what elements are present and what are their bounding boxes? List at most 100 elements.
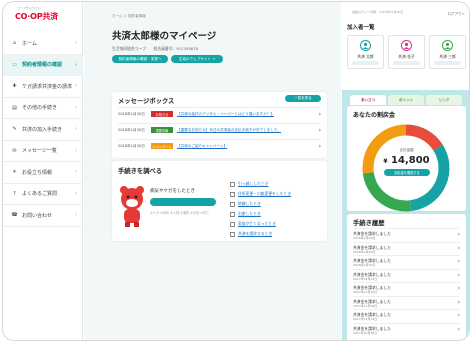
- chevron-right-icon: ›: [75, 40, 77, 47]
- message-date: 2018年1月30日: [118, 143, 145, 148]
- member-card[interactable]: 共済 太郎: [347, 35, 384, 69]
- coop-website-button[interactable]: 生協のウェブサイト ↗: [171, 55, 223, 63]
- history-row[interactable]: 共済金を請求しました 2017年12月10日 ›: [353, 282, 460, 294]
- procedure-link-label: 結婚したとき: [238, 201, 261, 206]
- procedure-search-button[interactable]: [150, 198, 216, 206]
- message-link[interactable]: 【共済の給付のデジタル・ペーパーとはどう違いますか？】: [177, 112, 319, 117]
- chevron-right-icon: ›: [75, 212, 77, 219]
- history-date: 2017年11月30日: [353, 303, 378, 308]
- message-link[interactable]: 【重要なお知らせ】本日の共済金の支払手続きが完了しました。: [177, 128, 319, 133]
- right-panel: 最終ログイン日時：2018年01月30日 ログアウト 加入者一覧 共済 太郎 共…: [342, 2, 469, 340]
- sidebar-item-2[interactable]: ✚ ケガ請求共済金の請求 ›: [3, 76, 83, 98]
- message-badge: キャンペーン: [151, 143, 173, 149]
- message-row[interactable]: 2018年1月30日 重要情報 【重要なお知らせ】本日の共済金の支払手続きが完了…: [118, 123, 321, 136]
- message-row[interactable]: 2018年1月30日 キャンペーン 【共済のご紹介キャンペーン】 ›: [118, 139, 321, 152]
- sidebar-item-label: メッセージ一覧: [22, 148, 57, 155]
- procedure-link[interactable]: 共済を請求するとき: [230, 229, 320, 239]
- refund-check-button[interactable]: 割戻金を確認する: [384, 169, 430, 176]
- sidebar-item-label: よくあるご質問: [22, 191, 58, 198]
- member-name: 共済 三郎: [439, 54, 456, 59]
- sidebar-item-8[interactable]: ☎ お問い合わせ ›: [3, 205, 83, 227]
- sidebar-item-3[interactable]: ▤ その他の手続き ›: [3, 98, 83, 119]
- history-date: 2018年1月10日: [353, 263, 376, 267]
- sidebar-item-4[interactable]: ✎ 共済の加入手続き ›: [3, 119, 83, 141]
- main-content: ホーム ＞ 契約者情報 共済太郎様のマイページ 生活協同組合コープ 組合員番号：…: [84, 2, 341, 340]
- pen-icon: ✎: [12, 126, 17, 133]
- procedure-title: 手続きを調べる: [118, 168, 163, 175]
- chevron-right-icon: ›: [457, 285, 460, 292]
- avatar-icon: [360, 40, 371, 51]
- message-link[interactable]: 【共済のご紹介キャンペーン】: [177, 144, 319, 149]
- document-icon: ▤: [12, 104, 17, 111]
- history-row[interactable]: 共済金を請求しました 2018年1月20日 ›: [353, 241, 460, 254]
- chevron-right-icon: ›: [74, 61, 77, 68]
- avatar-icon: [401, 40, 412, 51]
- chevron-right-icon: ›: [75, 104, 77, 111]
- procedure-link[interactable]: 家族が亡くなったとき: [230, 219, 320, 229]
- history-date: 2017年12月10日: [353, 290, 378, 294]
- refund-total-label: 合計金額: [399, 148, 414, 152]
- chevron-right-icon: ›: [457, 244, 460, 252]
- member-card[interactable]: 共済 三郎: [429, 35, 466, 69]
- member-card[interactable]: 共済 花子: [388, 35, 425, 69]
- message-date: 2018年1月30日: [118, 111, 145, 116]
- sidebar-item-6[interactable]: ☀ お役立ち情報 ›: [3, 162, 83, 184]
- chevron-right-icon: ›: [75, 147, 77, 154]
- history-date: 2018年1月20日: [353, 249, 376, 254]
- tab-links[interactable]: リンク: [426, 95, 462, 105]
- lightbulb-icon: ☀: [12, 169, 17, 176]
- history-row[interactable]: 共済金を請求しました 2017年11月12日 ›: [353, 309, 460, 321]
- procedure-link[interactable]: 引っ越ししたとき: [230, 179, 320, 189]
- logo-subtitle: コープきょうさい: [17, 6, 41, 10]
- procedure-history: 手続き履歴 共済金を請求しました 2018年1月28日 › 共済金を請求しました …: [347, 214, 466, 340]
- currency-symbol: ¥: [383, 158, 388, 165]
- tab-points[interactable]: ポイント: [388, 95, 424, 105]
- refund-card: あなたの割戻金 合計金額 ¥ 14,800 割戻金を確認する: [347, 106, 466, 212]
- history-row[interactable]: 共済金を請求しました 2017年11月30日 ›: [353, 295, 460, 308]
- procedure-link[interactable]: 結婚したとき: [230, 199, 320, 209]
- chevron-right-icon: ›: [75, 169, 77, 176]
- document-icon: [230, 181, 235, 187]
- history-row[interactable]: 共済金を請求しました 2017年10月28日 ›: [353, 322, 460, 335]
- chevron-right-icon: ›: [318, 110, 321, 118]
- document-icon: [230, 211, 235, 217]
- procedure-link[interactable]: 出産したとき: [230, 209, 320, 219]
- tab-greeting[interactable]: あいさつ: [350, 95, 386, 105]
- view-all-button[interactable]: 一覧を見る: [285, 95, 321, 102]
- chevron-right-icon: ›: [457, 271, 460, 279]
- last-login: 最終ログイン日時：2018年01月30日: [352, 10, 404, 14]
- avatar-icon: [442, 40, 453, 51]
- procedure-question: 病気やケガをしたとき: [150, 189, 195, 194]
- mail-icon: ✉: [12, 147, 17, 154]
- donut-segment-0: [405, 124, 443, 151]
- sidebar-item-1[interactable]: ▭ 契約者情報の確認 ›: [3, 54, 83, 76]
- sidebar-nav: ⌂ ホーム › ▭ 契約者情報の確認 › ✚ ケガ請求共済金の請求 › ▤ その他の手…: [3, 33, 83, 227]
- refund-total-value: ¥ 14,800: [347, 155, 466, 166]
- document-icon: [230, 201, 235, 207]
- members-title: 加入者一覧: [347, 25, 375, 31]
- procedure-link-label: 家族が亡くなったとき: [238, 221, 276, 226]
- history-row[interactable]: 共済金を請求しました 2018年1月10日 ›: [353, 255, 460, 267]
- document-icon: [230, 221, 235, 227]
- app-frame: コープきょうさい CO·OP共済 ⌂ ホーム › ▭ 契約者情報の確認 › ✚ ケガ…: [2, 1, 470, 341]
- coop-logo[interactable]: CO·OP共済: [15, 11, 58, 22]
- sidebar-item-label: ホーム: [22, 40, 37, 47]
- message-badge: お知らせ: [151, 111, 173, 117]
- sidebar-item-5[interactable]: ✉ メッセージ一覧 ›: [3, 141, 83, 162]
- message-row[interactable]: 2018年1月30日 お知らせ 【共済の給付のデジタル・ペーパーとはどう違います…: [118, 107, 321, 120]
- logout-link[interactable]: ログアウト: [448, 12, 466, 17]
- sidebar: コープきょうさい CO·OP共済 ⌂ ホーム › ▭ 契約者情報の確認 › ✚ ケガ…: [3, 2, 83, 340]
- contract-info-button[interactable]: 契約者情報の確認・変更へ: [112, 55, 168, 63]
- procedure-link[interactable]: 住所変更・口座変更をしたとき: [230, 189, 320, 199]
- sidebar-item-0[interactable]: ⌂ ホーム ›: [3, 33, 83, 55]
- chevron-right-icon: ›: [75, 83, 77, 90]
- member-action-bar: [352, 61, 379, 65]
- chevron-right-icon: ›: [75, 190, 77, 197]
- history-row[interactable]: 共済金を請求しました 2017年12月25日 ›: [353, 268, 460, 281]
- sidebar-item-7[interactable]: ? よくあるご質問 ›: [3, 184, 83, 205]
- sidebar-item-label: お問い合わせ: [22, 212, 53, 219]
- history-row[interactable]: 共済金を請求しました 2018年1月28日 ›: [353, 228, 460, 240]
- member-action-bar: [434, 61, 461, 65]
- message-badge: 重要情報: [151, 127, 173, 133]
- question-icon: ?: [13, 190, 16, 197]
